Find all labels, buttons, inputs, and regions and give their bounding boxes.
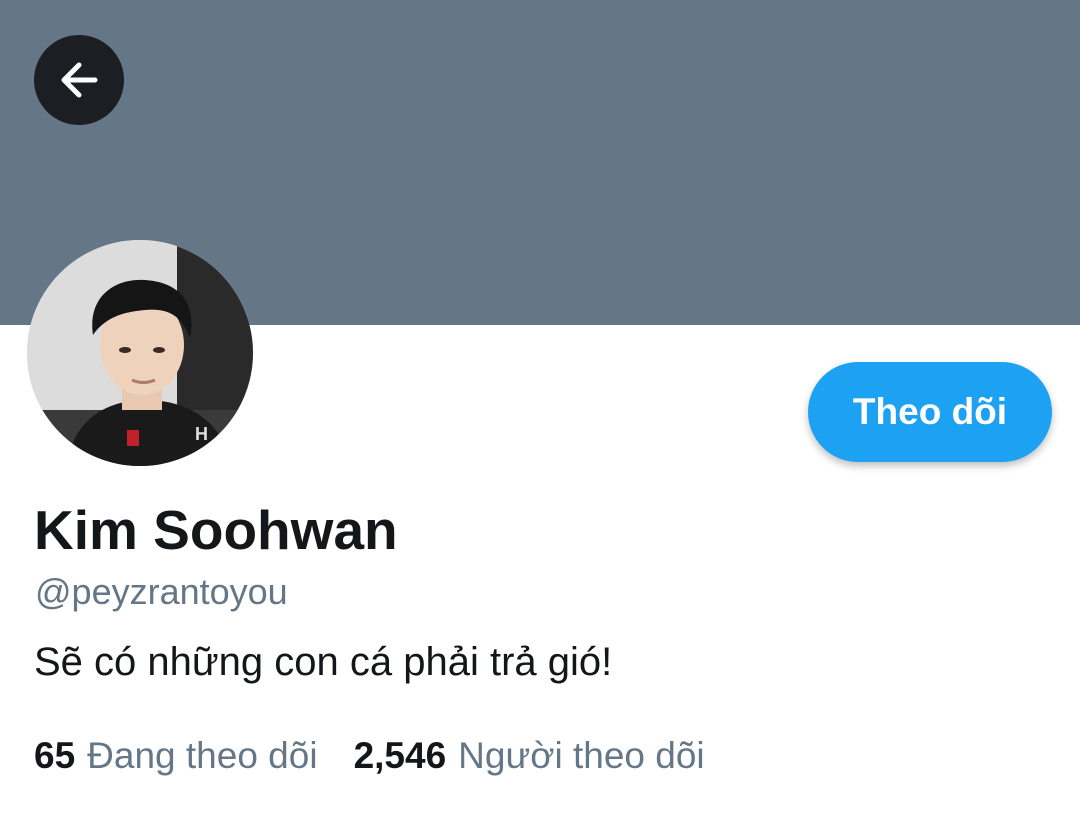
profile-stats: 65 Đang theo dõi 2,546 Người theo dõi bbox=[34, 733, 705, 779]
bio-text: Sẽ có những con cá phải trả gió! bbox=[34, 640, 613, 684]
following-stat[interactable]: 65 Đang theo dõi bbox=[34, 733, 318, 779]
user-handle: @peyzrantoyou bbox=[35, 571, 288, 612]
followers-label: Người theo dõi bbox=[458, 735, 705, 776]
profile-screen: H Theo dõi Kim Soohwan @peyzrantoyou Sẽ … bbox=[0, 0, 1080, 836]
follow-button[interactable]: Theo dõi bbox=[808, 362, 1052, 462]
svg-text:H: H bbox=[195, 424, 208, 444]
arrow-left-icon bbox=[61, 62, 98, 98]
avatar[interactable]: H bbox=[27, 240, 253, 466]
following-label: Đang theo dõi bbox=[87, 735, 318, 776]
following-count: 65 bbox=[34, 735, 76, 776]
followers-count: 2,546 bbox=[353, 735, 447, 776]
followers-stat[interactable]: 2,546 Người theo dõi bbox=[354, 733, 705, 779]
back-button[interactable] bbox=[34, 35, 124, 125]
display-name: Kim Soohwan bbox=[34, 499, 398, 561]
